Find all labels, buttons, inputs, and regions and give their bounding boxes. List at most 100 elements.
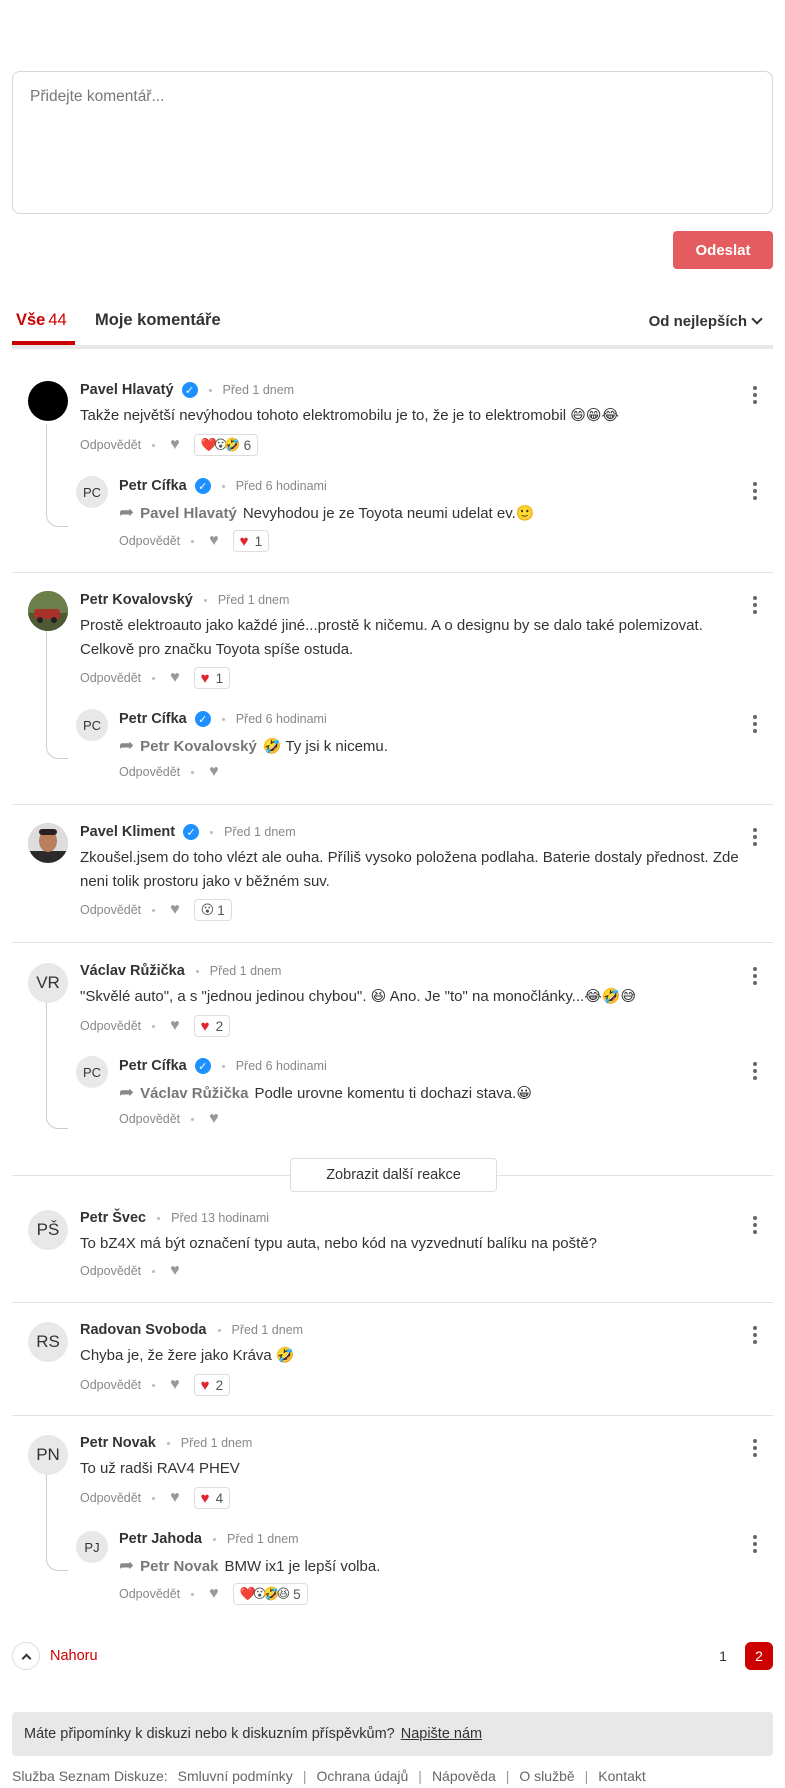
- reply-button[interactable]: Odpovědět: [119, 1112, 180, 1126]
- footer-link-about[interactable]: O službě: [519, 1768, 574, 1784]
- reply-button[interactable]: Odpovědět: [119, 1587, 180, 1601]
- avatar[interactable]: PC: [76, 1056, 108, 1088]
- footer-link-contact[interactable]: Kontakt: [598, 1768, 645, 1784]
- reply-to-name[interactable]: Pavel Hlavatý: [140, 505, 237, 522]
- tab-my-comments[interactable]: Moje komentáře: [95, 311, 221, 330]
- more-options-icon[interactable]: [751, 715, 759, 733]
- comment-header: Petr Cífka ✓ Před 6 hodinami: [119, 1058, 327, 1074]
- avatar[interactable]: RS: [28, 1322, 68, 1362]
- more-options-icon[interactable]: [751, 482, 759, 500]
- reply-button[interactable]: Odpovědět: [119, 765, 180, 779]
- comment-text: To už radši RAV4 PHEV: [80, 1460, 240, 1477]
- reaction-count: 1: [215, 670, 224, 686]
- reply-button[interactable]: Odpovědět: [80, 1378, 141, 1392]
- reactions-badge[interactable]: ♥ 1: [193, 667, 231, 689]
- reactions-badge[interactable]: ♥ 1: [232, 530, 270, 552]
- reply-button[interactable]: Odpovědět: [80, 1491, 141, 1505]
- page-link-current[interactable]: 2: [745, 1642, 773, 1670]
- verified-icon: ✓: [194, 711, 211, 727]
- more-options-icon[interactable]: [751, 1062, 759, 1080]
- reply-button[interactable]: Odpovědět: [80, 438, 141, 452]
- like-heart-icon[interactable]: ♥: [170, 1017, 180, 1035]
- more-options-icon[interactable]: [751, 1439, 759, 1457]
- verified-icon: ✓: [183, 824, 200, 840]
- sort-dropdown[interactable]: Od nejlepších: [649, 313, 763, 330]
- reactions-badge[interactable]: ❤️😮🤣 6: [193, 434, 259, 456]
- avatar[interactable]: [28, 823, 68, 863]
- thread-connector: [46, 1474, 68, 1571]
- show-more-replies-button[interactable]: Zobrazit další reakce: [290, 1158, 497, 1192]
- reactions-badge[interactable]: ♥ 2: [193, 1015, 231, 1037]
- like-heart-icon[interactable]: ♥: [209, 532, 219, 550]
- reactions-badge[interactable]: ♥ 4: [193, 1487, 231, 1509]
- author-name[interactable]: Petr Jahoda: [119, 1531, 202, 1547]
- author-name[interactable]: Petr Cífka: [119, 478, 187, 494]
- comment-actions: Odpovědět ♥ ♥ 2: [80, 1374, 231, 1396]
- reply-button[interactable]: Odpovědět: [80, 903, 141, 917]
- like-heart-icon[interactable]: ♥: [170, 1489, 180, 1507]
- author-name[interactable]: Petr Novak: [80, 1435, 156, 1451]
- more-options-icon[interactable]: [751, 386, 759, 404]
- tab-all[interactable]: Vše 44: [16, 311, 67, 330]
- avatar[interactable]: [28, 591, 68, 631]
- author-name[interactable]: Petr Cífka: [119, 1058, 187, 1074]
- avatar[interactable]: PJ: [76, 1531, 108, 1563]
- separator-dot: [152, 443, 156, 447]
- like-heart-icon[interactable]: ♥: [170, 1376, 180, 1394]
- avatar[interactable]: PN: [28, 1435, 68, 1475]
- like-heart-icon[interactable]: ♥: [170, 1262, 180, 1280]
- avatar[interactable]: VR: [28, 963, 68, 1003]
- avatar[interactable]: [28, 381, 68, 421]
- comment-actions: Odpovědět ♥ ♥ 1: [80, 667, 231, 689]
- avatar[interactable]: PC: [76, 476, 108, 508]
- timestamp: Před 1 dnem: [209, 964, 282, 978]
- avatar[interactable]: PC: [76, 709, 108, 741]
- separator-dot: [221, 484, 225, 488]
- author-name[interactable]: Petr Kovalovský: [80, 592, 193, 608]
- avatar[interactable]: PŠ: [28, 1210, 68, 1250]
- like-heart-icon[interactable]: ♥: [209, 763, 219, 781]
- comment-input[interactable]: Přidejte komentář...: [12, 71, 773, 214]
- comment-text: Prostě elektroauto jako každé jiné...pro…: [80, 617, 703, 658]
- reply-button[interactable]: Odpovědět: [80, 1264, 141, 1278]
- reply-to-name[interactable]: Petr Kovalovský: [140, 738, 257, 755]
- more-options-icon[interactable]: [751, 596, 759, 614]
- back-to-top-button[interactable]: Nahoru: [12, 1642, 98, 1670]
- author-name[interactable]: Pavel Kliment: [80, 824, 175, 840]
- like-heart-icon[interactable]: ♥: [209, 1110, 219, 1128]
- more-options-icon[interactable]: [751, 828, 759, 846]
- timestamp: Před 1 dnem: [224, 825, 296, 839]
- reactions-badge[interactable]: ♥ 2: [193, 1374, 231, 1396]
- comment-actions: Odpovědět ♥: [119, 763, 219, 781]
- like-heart-icon[interactable]: ♥: [170, 436, 180, 454]
- reactions-badge[interactable]: ❤️😮🤣😆 5: [232, 1583, 308, 1605]
- more-options-icon[interactable]: [751, 1326, 759, 1344]
- reply-button[interactable]: Odpovědět: [80, 671, 141, 685]
- comment-text: ➦ Petr Kovalovský 🤣 Ty jsi k nicemu.: [119, 733, 749, 759]
- more-options-icon[interactable]: [751, 967, 759, 985]
- footer-link-terms[interactable]: Smluvní podmínky: [178, 1768, 293, 1784]
- separator-dot: [152, 908, 156, 912]
- footer-link-privacy[interactable]: Ochrana údajů: [316, 1768, 408, 1784]
- reactions-badge[interactable]: 😮 1: [193, 899, 232, 921]
- author-name[interactable]: Petr Cífka: [119, 711, 187, 727]
- like-heart-icon[interactable]: ♥: [209, 1585, 219, 1603]
- reply-button[interactable]: Odpovědět: [119, 534, 180, 548]
- like-heart-icon[interactable]: ♥: [170, 901, 180, 919]
- footer-link-help[interactable]: Nápověda: [432, 1768, 496, 1784]
- reply-button[interactable]: Odpovědět: [80, 1019, 141, 1033]
- send-button[interactable]: Odeslat: [673, 231, 773, 269]
- page-link[interactable]: 1: [709, 1642, 737, 1670]
- author-name[interactable]: Petr Švec: [80, 1210, 146, 1226]
- chevron-up-icon: [12, 1642, 40, 1670]
- author-name[interactable]: Pavel Hlavatý: [80, 382, 174, 398]
- car-photo-avatar: [28, 591, 68, 631]
- more-options-icon[interactable]: [751, 1535, 759, 1553]
- author-name[interactable]: Václav Růžička: [80, 963, 185, 979]
- like-heart-icon[interactable]: ♥: [170, 669, 180, 687]
- reply-to-name[interactable]: Petr Novak: [140, 1558, 218, 1575]
- author-name[interactable]: Radovan Svoboda: [80, 1322, 207, 1338]
- reply-to-name[interactable]: Václav Růžička: [140, 1085, 248, 1102]
- feedback-link[interactable]: Napište nám: [401, 1726, 482, 1742]
- more-options-icon[interactable]: [751, 1216, 759, 1234]
